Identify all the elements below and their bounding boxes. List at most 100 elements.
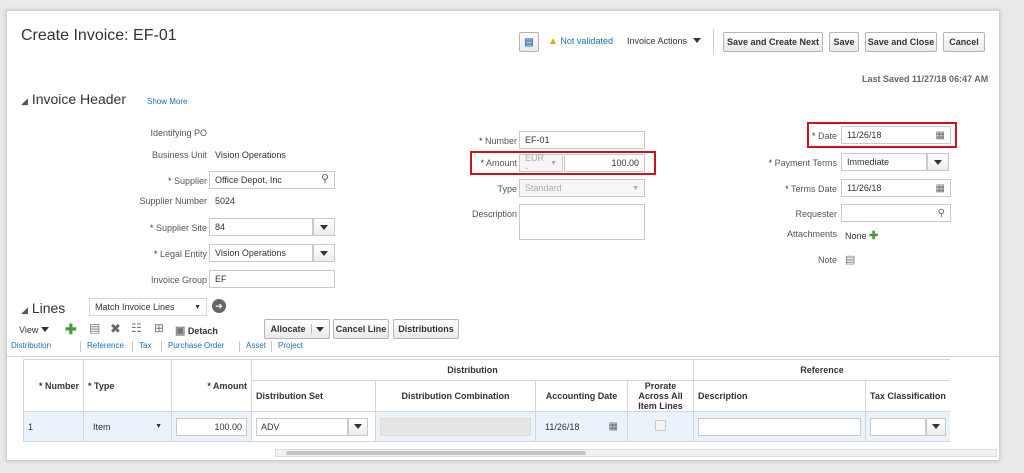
tab-purchase-order[interactable]: Purchase Order [168,341,224,350]
save-and-close-button[interactable]: Save and Close [865,32,937,52]
chevron-down-icon [320,250,328,256]
col-number[interactable]: * Number [23,359,84,412]
tab-separator [80,341,81,352]
type-select[interactable]: Standard ▼ [519,179,645,197]
date-input[interactable]: 11/26/18 ▦ [841,126,951,144]
col-amount[interactable]: * Amount [171,359,252,412]
tab-project[interactable]: Project [278,341,303,350]
col-description[interactable]: Description [693,380,866,412]
group-distribution: Distribution [251,359,694,381]
chevron-down-icon [320,224,328,230]
supplier-number-label: Supplier Number [139,196,207,206]
row-description-cell [693,411,866,442]
save-and-create-next-button[interactable]: Save and Create Next [723,32,823,52]
chevron-down-icon [692,38,701,43]
supplier-site-label: * Supplier Site [149,223,207,233]
chevron-down-icon: ▼ [155,423,162,430]
col-prorate[interactable]: Prorate Across All Item Lines [627,380,694,412]
row-tax-classification-dropdown-button[interactable] [926,417,946,436]
requester-input[interactable]: ⚲ [841,204,951,222]
toolbar-divider [713,29,714,55]
col-distribution-set[interactable]: Distribution Set [251,380,376,412]
export-icon[interactable]: ☷ [131,321,142,335]
tab-asset[interactable]: Asset [246,341,266,350]
validation-status[interactable]: ▲ Not validated [548,36,613,47]
line-detail-tabs: Distribution Reference Tax Purchase Orde… [7,337,999,357]
legal-entity-select[interactable]: Vision Operations [209,244,313,262]
match-lines-select[interactable]: Match Invoice Lines ▼ [89,298,207,316]
distributions-button[interactable]: Distributions [393,319,459,339]
col-distribution-combination[interactable]: Distribution Combination [375,380,536,412]
row-distribution-combination-input[interactable] [380,417,531,436]
delete-row-icon[interactable]: ✖ [110,321,121,337]
payment-terms-label: * Payment Terms [768,158,837,168]
row-accounting-date-input[interactable]: 11/26/18 ▦ [540,417,623,436]
note-icon[interactable]: ▤ [845,253,855,266]
search-icon[interactable]: ⚲ [938,208,945,219]
scrollbar-thumb[interactable] [286,451,586,455]
horizontal-scrollbar[interactable] [275,449,997,457]
amount-input[interactable]: 100.00 [564,154,645,172]
row-amount-cell: 100.00 [171,411,252,442]
calendar-icon[interactable]: ▦ [936,130,945,141]
supplier-site-select[interactable]: 84 [209,218,313,236]
row-prorate-checkbox[interactable] [655,420,666,431]
legal-entity-dropdown-button[interactable] [313,244,335,262]
invoice-group-label: Invoice Group [150,275,207,285]
currency-select[interactable]: EUR - ▼ [519,153,563,173]
edit-row-icon[interactable]: ▤ [89,321,100,335]
supplier-site-dropdown-button[interactable] [313,218,335,236]
payment-terms-select[interactable]: Immediate [841,153,927,171]
chevron-down-icon [310,324,324,334]
tab-distribution[interactable]: Distribution [11,341,51,350]
cancel-line-button[interactable]: Cancel Line [333,319,389,339]
row-distribution-set-dropdown-button[interactable] [348,417,368,436]
tab-separator [161,341,162,352]
show-more-link[interactable]: Show More [147,97,187,106]
supplier-input[interactable]: Office Depot, Inc [209,171,335,189]
search-icon[interactable]: ⚲ [321,172,329,185]
attachments-value: None ✚ [845,230,879,242]
row-type-select[interactable]: Item ▼ [88,417,167,436]
row-distribution-set-select[interactable]: ADV [256,417,348,436]
col-type[interactable]: * Type [83,359,172,412]
row-description-input[interactable] [698,417,861,436]
detach-button[interactable]: ▣ Detach [175,324,218,337]
save-button[interactable]: Save [829,32,859,52]
lines-table: * Number * Type * Amount Distribution Re… [23,359,950,442]
row-amount-input[interactable]: 100.00 [176,417,247,436]
tab-reference[interactable]: Reference [87,341,124,350]
col-accounting-date[interactable]: Accounting Date [535,380,628,412]
supplier-label: * Supplier [167,176,207,186]
row-prorate-cell [627,411,694,442]
col-tax-classification[interactable]: Tax Classification [865,380,950,412]
calendar-icon[interactable]: ▦ [936,183,945,194]
allocate-button[interactable]: Allocate [264,319,330,339]
lines-section[interactable]: ◢ Lines [21,300,65,316]
calendar-icon[interactable]: ▦ [609,421,618,432]
invoice-header-section[interactable]: ◢ Invoice Header [21,91,126,107]
number-input[interactable]: EF-01 [519,131,645,149]
view-menu[interactable]: View [19,325,49,335]
row-tax-classification-select[interactable] [870,417,926,436]
business-unit-label: Business Unit [151,150,207,160]
notes-list-button[interactable]: ▤ [519,32,539,52]
add-icon[interactable]: ✚ [869,230,878,242]
invoice-actions-menu[interactable]: Invoice Actions [627,36,701,46]
add-row-icon[interactable]: ✚ [65,321,77,338]
supplier-number-value: 5024 [215,196,236,206]
invoice-group-input[interactable]: EF [209,270,335,288]
chevron-down-icon: ▼ [550,159,557,167]
row-number: 1 [23,411,84,442]
table-row[interactable]: 1 Item ▼ 100.00 ADV 11/26/18 ▦ [23,411,950,442]
description-textarea[interactable] [519,204,645,240]
go-icon[interactable]: ➔ [212,299,226,313]
tab-tax[interactable]: Tax [139,341,151,350]
payment-terms-dropdown-button[interactable] [927,153,949,171]
amount-label: * Amount [480,158,517,168]
tab-separator [271,341,272,352]
last-saved-text: Last Saved 11/27/18 06:47 AM [862,74,989,84]
freeze-icon[interactable]: ⊞ [154,321,164,335]
terms-date-input[interactable]: 11/26/18 ▦ [841,179,951,197]
cancel-button[interactable]: Cancel [943,32,985,52]
